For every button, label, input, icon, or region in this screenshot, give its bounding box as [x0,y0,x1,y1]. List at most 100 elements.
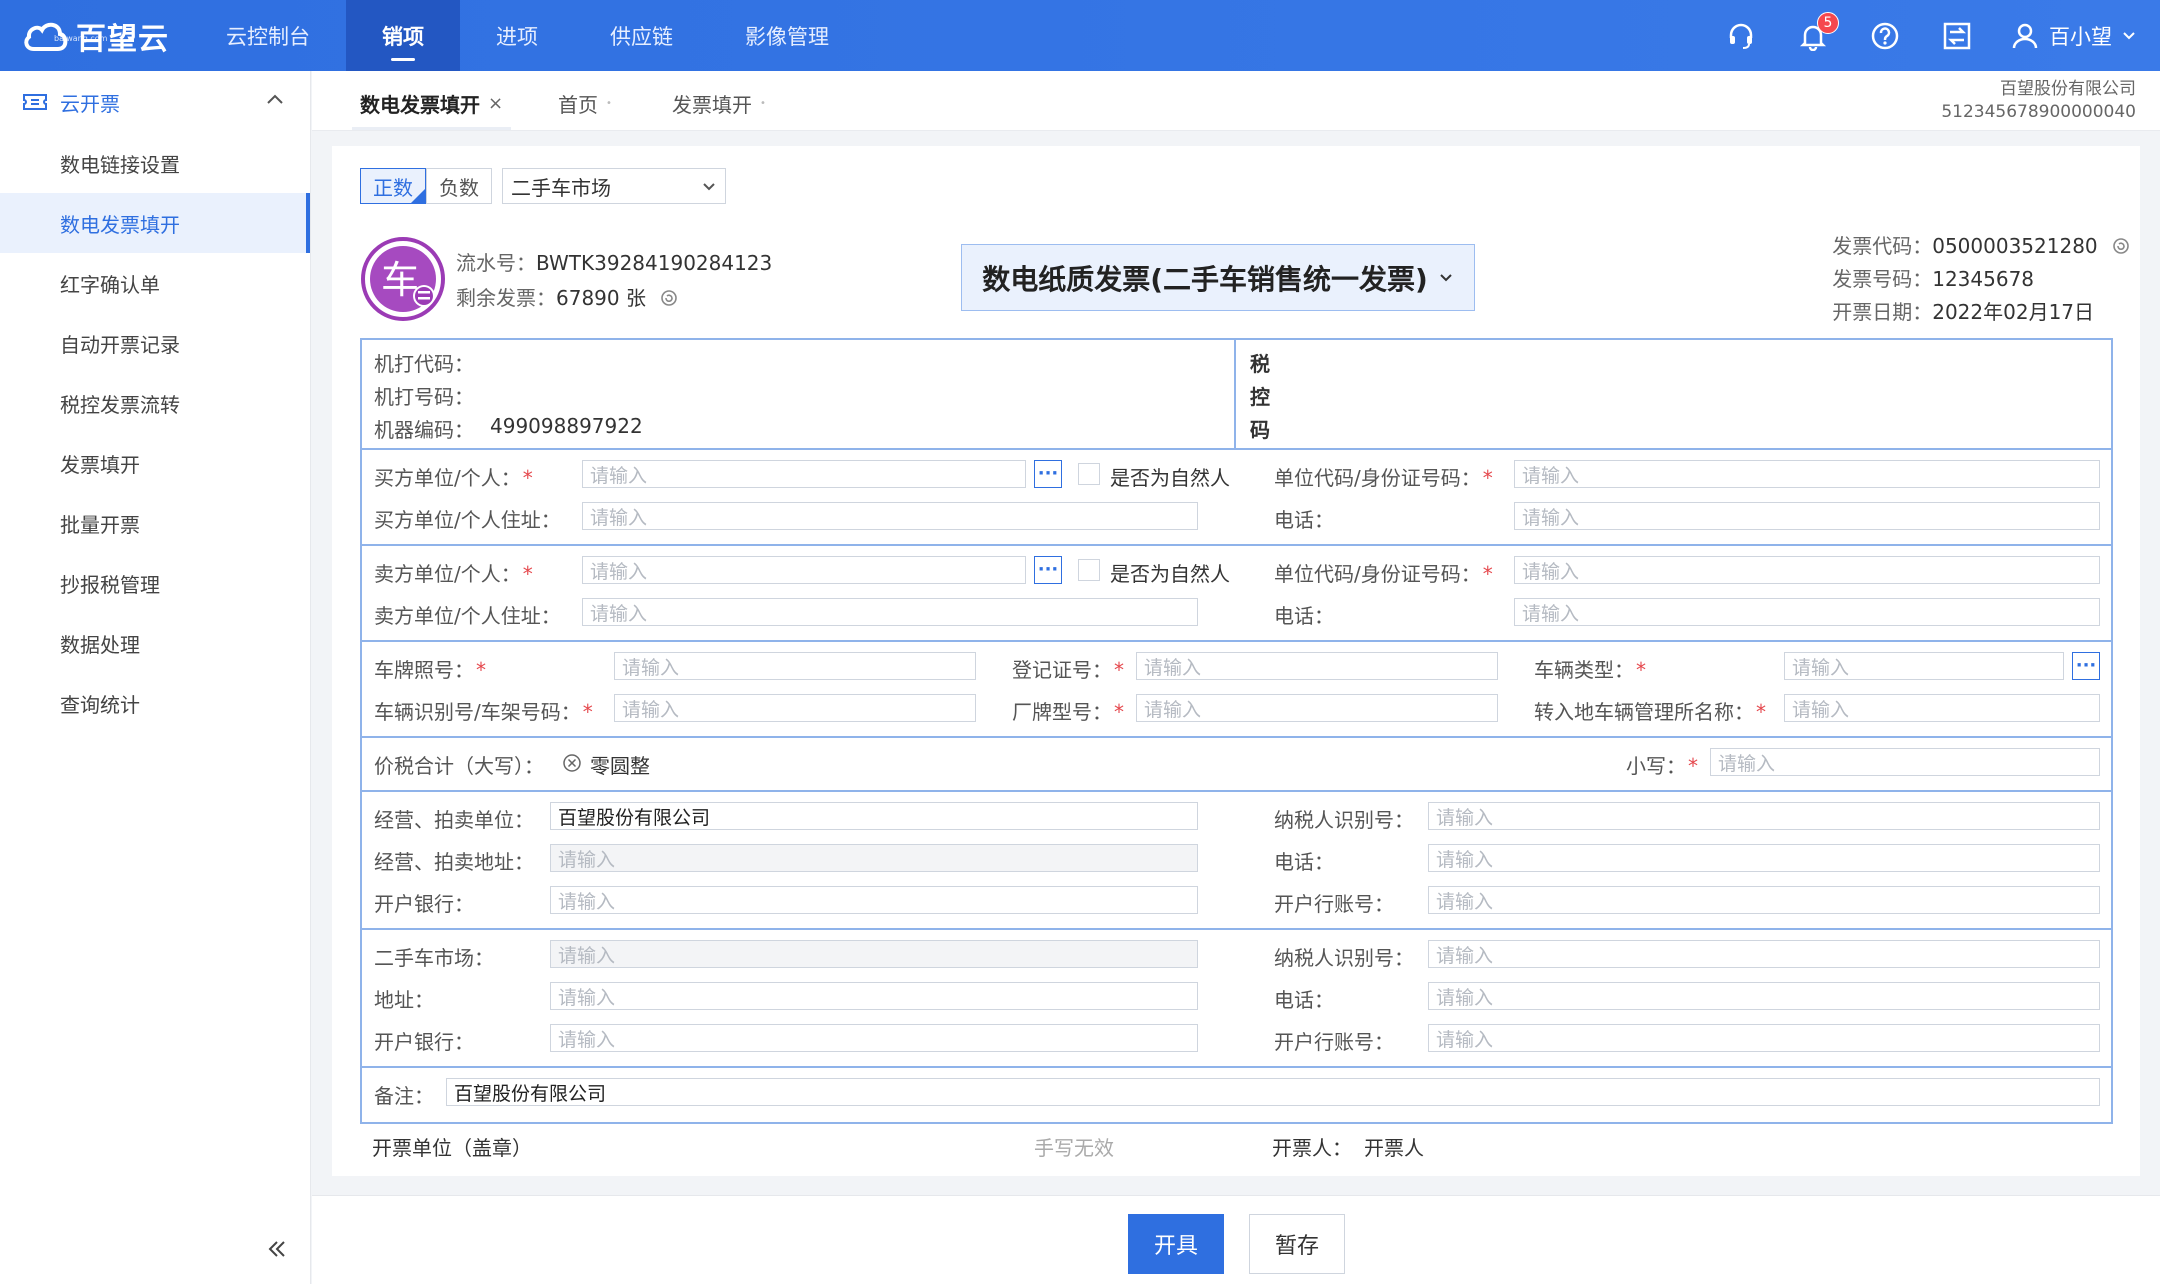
chevron-up-icon [267,94,283,104]
seller-section: 卖方单位/个人： * 请输入 ··· 是否为自然人 单位代码/身份证号码： * 请输… [362,546,2111,642]
issue-button[interactable]: 开具 [1128,1214,1224,1274]
market-select[interactable]: 二手车市场 [502,168,726,204]
vehicle-type-input[interactable]: 请输入 [1784,652,2064,680]
sidebar-item[interactable]: 批量开票 [0,493,310,553]
seller-phone-input[interactable]: 请输入 [1514,598,2100,626]
sidebar-item[interactable]: 数电链接设置 [0,133,310,193]
sidebar-item[interactable]: 自动开票记录 [0,313,310,373]
seller-address-input[interactable]: 请输入 [582,598,1198,626]
buyer-phone-input[interactable]: 请输入 [1514,502,2100,530]
seller-unit-label: 卖方单位/个人： * [374,562,533,586]
auction-unit-label: 经营、拍卖单位： [374,808,534,832]
nav-item[interactable]: 进项 [460,0,574,71]
market-phone-input[interactable]: 请输入 [1428,982,2100,1010]
negative-toggle[interactable]: 负数 [426,168,492,204]
vehicle-type-more-button[interactable]: ··· [2072,652,2100,680]
sidebar-item[interactable]: 发票填开 [0,433,310,493]
signature-row: 开票单位（盖章） 手写无效 开票人： 开票人 [360,1132,2113,1172]
tab-home[interactable]: 首页 • [558,89,612,118]
buyer-unit-input[interactable]: 请输入 [582,460,1026,488]
plate-input[interactable]: 请输入 [614,652,976,680]
close-icon[interactable]: × [488,93,503,114]
registration-input[interactable]: 请输入 [1136,652,1498,680]
market-phone-label: 电话： [1274,988,1334,1012]
handwrite-invalid-text: 手写无效 [1034,1136,1114,1160]
dmv-input[interactable]: 请输入 [1784,694,2100,722]
seller-id-label: 单位代码/身份证号码： * [1274,562,1493,586]
sidebar: 云开票 数电链接设置 数电发票填开 红字确认单 自动开票记录 税控发票流转 发票填开 批量开… [0,71,311,1284]
market-account-input[interactable]: 请输入 [1428,1024,2100,1052]
seller-id-input[interactable]: 请输入 [1514,556,2100,584]
auction-address-input[interactable]: 请输入 [550,844,1198,872]
auction-phone-input[interactable]: 请输入 [1428,844,2100,872]
sidebar-item[interactable]: 数据处理 [0,613,310,673]
auction-taxid-input[interactable]: 请输入 [1428,802,2100,830]
tab-invoice-fill[interactable]: 发票填开 • [672,89,766,118]
auction-address-label: 经营、拍卖地址： [374,850,534,874]
refresh-icon[interactable] [2112,237,2130,255]
auction-phone-label: 电话： [1274,850,1334,874]
tab-digital-invoice[interactable]: 数电发票填开 × [351,89,512,130]
total-lower-input[interactable]: 请输入 [1710,748,2100,776]
sidebar-item[interactable]: 税控发票流转 [0,373,310,433]
sidebar-group-cloud-invoice[interactable]: 云开票 [0,71,310,133]
sidebar-item[interactable]: 红字确认单 [0,253,310,313]
auction-bank-input[interactable]: 请输入 [550,886,1198,914]
save-draft-button[interactable]: 暂存 [1249,1214,1345,1274]
auction-account-input[interactable]: 请输入 [1428,886,2100,914]
sidebar-item[interactable]: 数电发票填开 [0,193,310,253]
collapse-sidebar-button[interactable] [262,1234,292,1264]
buyer-natural-person-label: 是否为自然人 [1110,466,1230,490]
market-name-input[interactable]: 请输入 [550,940,1198,968]
help-icon[interactable] [1867,18,1903,54]
tab-label: 数电发票填开 [360,93,480,117]
sidebar-items: 数电链接设置 数电发票填开 红字确认单 自动开票记录 税控发票流转 发票填开 批量开票 抄报税… [0,133,310,733]
buyer-more-button[interactable]: ··· [1034,460,1062,488]
buyer-unit-label: 买方单位/个人： * [374,466,533,490]
vin-input[interactable]: 请输入 [614,694,976,722]
market-bank-label: 开户银行： [374,1030,474,1054]
seller-natural-person-checkbox[interactable] [1078,559,1100,581]
user-menu[interactable]: 百小望 [2011,21,2136,51]
model-input[interactable]: 请输入 [1136,694,1498,722]
top-bar: 百望云 baiwang.com 云控制台 销项 进项 供应链 影像管理 5 百小望 [0,0,2160,71]
sidebar-group-label: 云开票 [60,91,120,116]
nav-item[interactable]: 云控制台 [190,0,346,71]
dmv-label: 转入地车辆管理所名称： * [1534,700,1766,724]
nav-item[interactable]: 供应链 [574,0,709,71]
sidebar-item[interactable]: 查询统计 [0,673,310,733]
nav-item[interactable]: 销项 [346,0,460,71]
headset-icon[interactable] [1723,18,1759,54]
model-label: 厂牌型号： * [1012,700,1124,724]
tab-label: 发票填开 [672,93,752,117]
clear-circle-icon[interactable] [562,753,582,773]
remarks-label: 备注： [374,1084,434,1108]
nav-item[interactable]: 影像管理 [709,0,865,71]
invoice-card: 正数 负数 二手车市场 车 流水号：BWTK39284190284123 剩余发… [332,146,2140,1176]
buyer-natural-person-checkbox[interactable] [1078,463,1100,485]
date-label: 开票日期： [1832,300,1933,324]
plate-label: 车牌照号： * [374,658,486,682]
refresh-icon[interactable] [660,289,678,307]
positive-toggle[interactable]: 正数 [360,168,426,204]
serial-label: 流水号： [456,251,536,275]
seller-more-button[interactable]: ··· [1034,556,1062,584]
tab-label: 首页 [558,93,598,117]
remarks-input[interactable]: 百望股份有限公司 [446,1078,2100,1106]
auction-unit-input[interactable]: 百望股份有限公司 [550,802,1198,830]
buyer-section: 买方单位/个人： * 请输入 ··· 是否为自然人 单位代码/身份证号码： * 请输… [362,450,2111,546]
market-taxid-input[interactable]: 请输入 [1428,940,2100,968]
seller-unit-input[interactable]: 请输入 [582,556,1026,584]
tax-code-char: 控 [1250,385,1270,409]
sidebar-item[interactable]: 抄报税管理 [0,553,310,613]
buyer-id-input[interactable]: 请输入 [1514,460,2100,488]
buyer-address-input[interactable]: 请输入 [582,502,1198,530]
bell-icon[interactable]: 5 [1795,11,1839,54]
issuer-unit-label: 开票单位（盖章） [372,1136,532,1160]
company-info: 百望股份有限公司 512345678900000040 [1941,78,2136,124]
market-address-input[interactable]: 请输入 [550,982,1198,1010]
invoice-type-dropdown[interactable]: 数电纸质发票(二手车销售统一发票) [961,244,1475,311]
remarks-section: 备注： 百望股份有限公司 [362,1068,2111,1122]
switch-icon[interactable] [1939,18,1975,54]
market-bank-input[interactable]: 请输入 [550,1024,1198,1052]
